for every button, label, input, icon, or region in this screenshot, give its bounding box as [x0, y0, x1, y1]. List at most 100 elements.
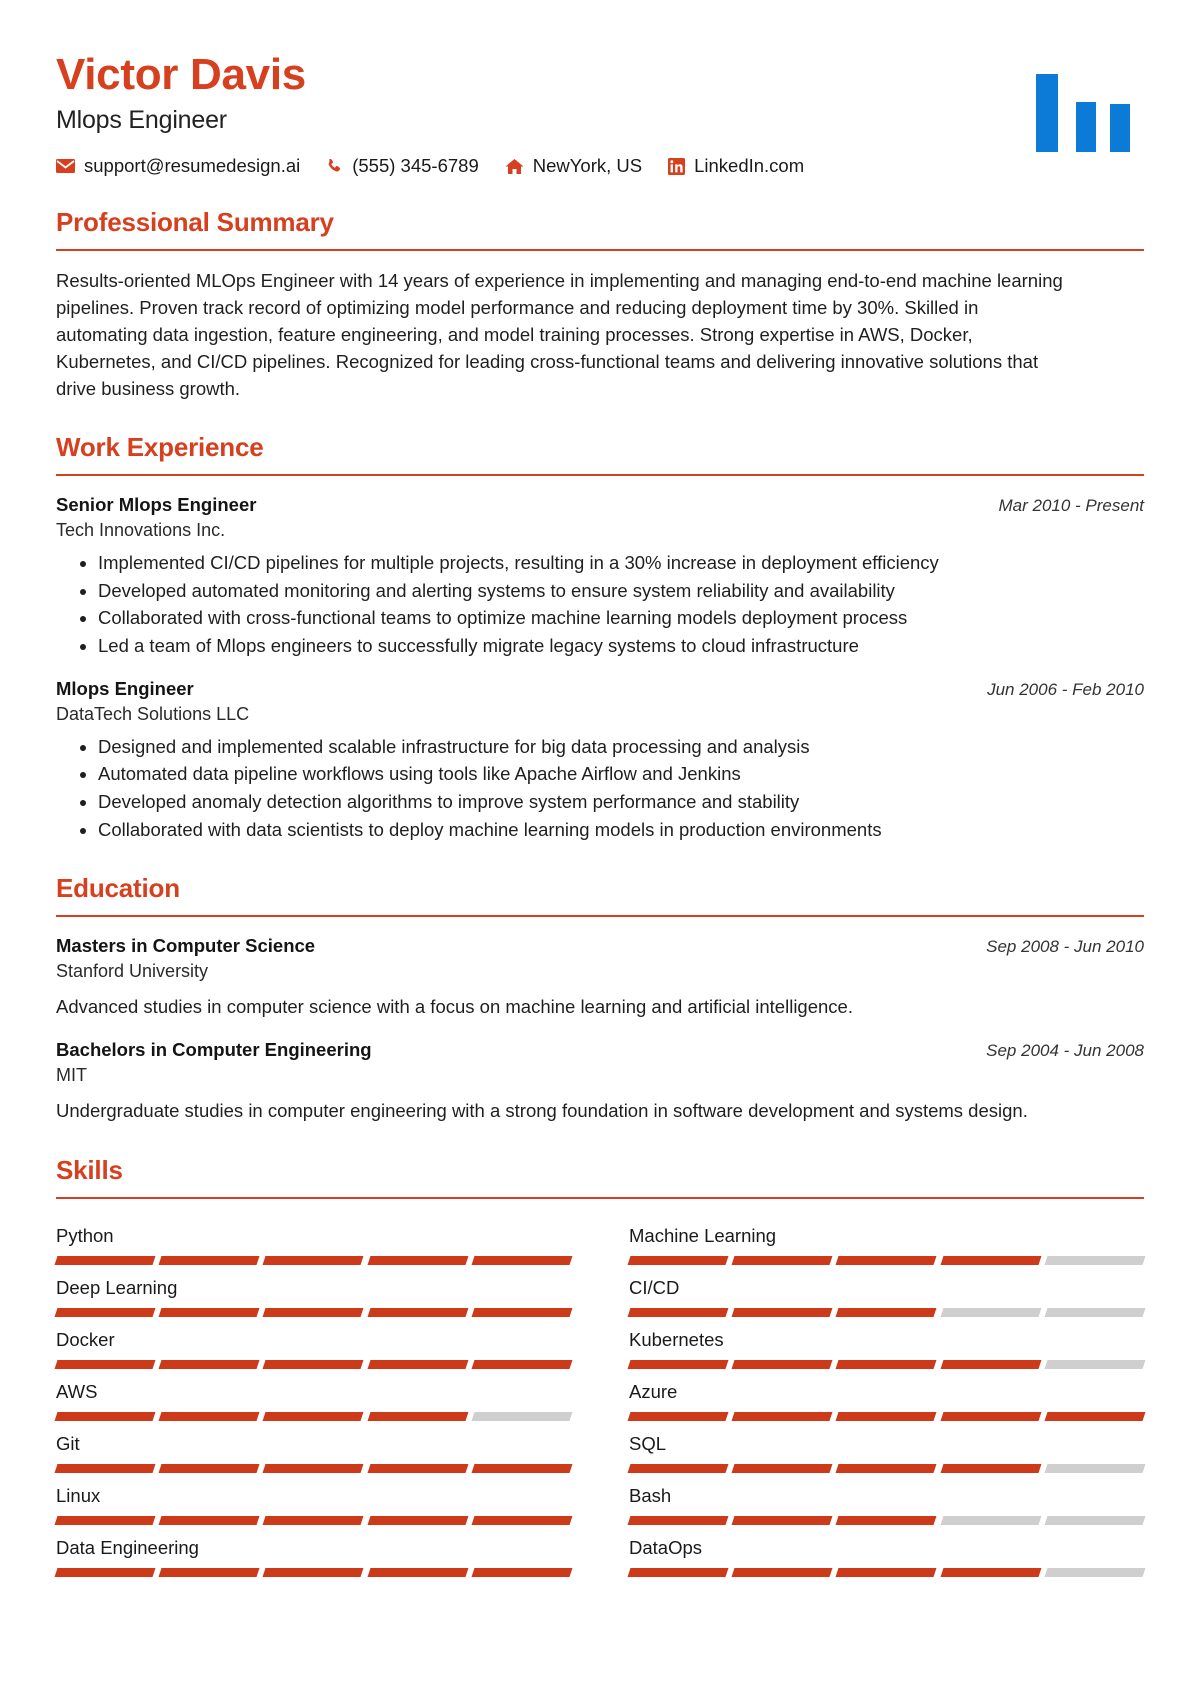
skill-level-segment	[940, 1567, 1042, 1577]
work-organization: Tech Innovations Inc.	[56, 520, 226, 541]
contact-linkedin[interactable]: LinkedIn.com	[668, 155, 804, 177]
education-school: Stanford University	[56, 961, 209, 982]
education-school: MIT	[56, 1065, 87, 1085]
company-logo-icon	[1024, 74, 1144, 152]
skill-level-segment	[940, 1255, 1042, 1265]
skill-level-segment	[262, 1515, 365, 1525]
skill-label: Linux	[56, 1484, 101, 1506]
education-dates: Sep 2008 - Jun 2010	[986, 937, 1144, 957]
skill-level-segment	[54, 1307, 156, 1317]
education-description: Undergraduate studies in computer engine…	[56, 1100, 1028, 1121]
skill-level-segment	[158, 1359, 260, 1369]
skill-level-bar	[627, 1307, 1146, 1317]
skill-level-segment	[54, 1255, 156, 1265]
skill-level-segment	[731, 1411, 833, 1421]
contact-email-text: support@resumedesign.ai	[84, 155, 301, 177]
work-bullets: Implemented CI/CD pipelines for multiple…	[56, 550, 1144, 660]
education-entry: Bachelors in Computer Engineering Sep 20…	[56, 1039, 1144, 1125]
skill-item: CI/CD	[627, 1265, 1146, 1317]
education-entry-head: Bachelors in Computer Engineering Sep 20…	[56, 1039, 1144, 1061]
contact-linkedin-text: LinkedIn.com	[694, 155, 805, 177]
skill-level-segment	[367, 1463, 469, 1473]
skill-level-segment	[158, 1567, 260, 1577]
list-item: Implemented CI/CD pipelines for multiple…	[98, 550, 1144, 577]
contact-row: support@resumedesign.ai (555) 345-6789 N…	[56, 155, 1144, 177]
list-item: Collaborated with data scientists to dep…	[98, 817, 1144, 844]
skill-item: AWS	[54, 1369, 573, 1421]
skill-level-segment	[940, 1359, 1042, 1369]
skill-level-bar	[54, 1411, 573, 1421]
skill-level-segment	[835, 1463, 938, 1473]
candidate-title: Mlops Engineer	[56, 106, 227, 135]
education-entry-head: Masters in Computer Science Sep 2008 - J…	[56, 935, 1144, 957]
skill-level-segment	[262, 1255, 365, 1265]
work-organization: DataTech Solutions LLC	[56, 703, 250, 724]
work-entry: Senior Mlops Engineer Mar 2010 - Present…	[56, 494, 1144, 660]
contact-email[interactable]: support@resumedesign.ai	[56, 155, 300, 177]
work-bullets: Designed and implemented scalable infras…	[56, 734, 1144, 844]
skill-label: Python	[56, 1224, 114, 1246]
skill-level-segment	[367, 1359, 469, 1369]
skill-label: Machine Learning	[629, 1224, 777, 1246]
skill-level-segment	[1044, 1463, 1146, 1473]
skill-level-segment	[367, 1411, 469, 1421]
section-education: Education Masters in Computer Science Se…	[56, 873, 1144, 1125]
skill-item: Python	[54, 1213, 573, 1265]
work-role: Senior Mlops Engineer	[56, 494, 257, 516]
skill-level-segment	[367, 1567, 469, 1577]
skill-level-segment	[262, 1567, 365, 1577]
skill-level-segment	[731, 1463, 833, 1473]
skill-level-segment	[940, 1307, 1042, 1317]
contact-location-text: NewYork, US	[532, 155, 643, 177]
skill-item: Deep Learning	[54, 1265, 573, 1317]
skill-item: Azure	[627, 1369, 1146, 1421]
skill-level-segment	[940, 1463, 1042, 1473]
skill-level-segment	[158, 1463, 260, 1473]
skill-level-segment	[940, 1515, 1042, 1525]
skill-level-segment	[54, 1359, 156, 1369]
skill-level-segment	[1044, 1307, 1146, 1317]
skill-level-segment	[262, 1463, 365, 1473]
skill-level-segment	[627, 1463, 729, 1473]
logo-bar-1	[1036, 74, 1058, 152]
skill-label: DataOps	[629, 1536, 703, 1558]
section-divider	[56, 1196, 1144, 1199]
skill-level-bar	[54, 1463, 573, 1473]
skill-level-segment	[731, 1515, 833, 1525]
candidate-name: Victor Davis	[56, 50, 306, 99]
skill-item: Bash	[627, 1473, 1146, 1525]
skill-label: Kubernetes	[629, 1328, 724, 1350]
logo-bar-2	[1076, 102, 1096, 152]
skill-level-segment	[1044, 1515, 1146, 1525]
skill-level-segment	[731, 1255, 833, 1265]
work-role: Mlops Engineer	[56, 677, 194, 699]
skill-label: Bash	[629, 1484, 672, 1506]
skill-level-segment	[835, 1307, 938, 1317]
section-title-summary: Professional Summary	[56, 207, 334, 238]
skill-level-bar	[54, 1307, 573, 1317]
resume-page: Victor Davis Mlops Engineer support@resu…	[0, 0, 1200, 1684]
section-title-work: Work Experience	[56, 432, 264, 463]
skill-item: SQL	[627, 1421, 1146, 1473]
skill-label: Docker	[56, 1328, 115, 1350]
skill-level-segment	[471, 1307, 573, 1317]
contact-phone[interactable]: (555) 345-6789	[326, 155, 479, 177]
skill-item: Kubernetes	[627, 1317, 1146, 1369]
list-item: Developed anomaly detection algorithms t…	[98, 789, 1144, 816]
skill-level-segment	[367, 1255, 469, 1265]
skill-level-segment	[1044, 1411, 1146, 1421]
contact-location[interactable]: NewYork, US	[505, 155, 642, 177]
skill-level-segment	[835, 1255, 938, 1265]
skill-level-segment	[835, 1359, 938, 1369]
skill-level-segment	[731, 1359, 833, 1369]
skill-level-segment	[940, 1411, 1042, 1421]
work-entry: Mlops Engineer Jun 2006 - Feb 2010 DataT…	[56, 678, 1144, 844]
skill-level-bar	[627, 1359, 1146, 1369]
section-skills: Skills Python Machine Learning Deep Learni…	[54, 1155, 1146, 1577]
envelope-icon	[56, 159, 75, 174]
section-professional-summary: Professional Summary Results-oriented ML…	[56, 207, 1144, 402]
skill-level-bar	[54, 1515, 573, 1525]
work-dates: Jun 2006 - Feb 2010	[987, 679, 1144, 699]
skill-level-segment	[471, 1463, 573, 1473]
skill-level-segment	[1044, 1567, 1146, 1577]
